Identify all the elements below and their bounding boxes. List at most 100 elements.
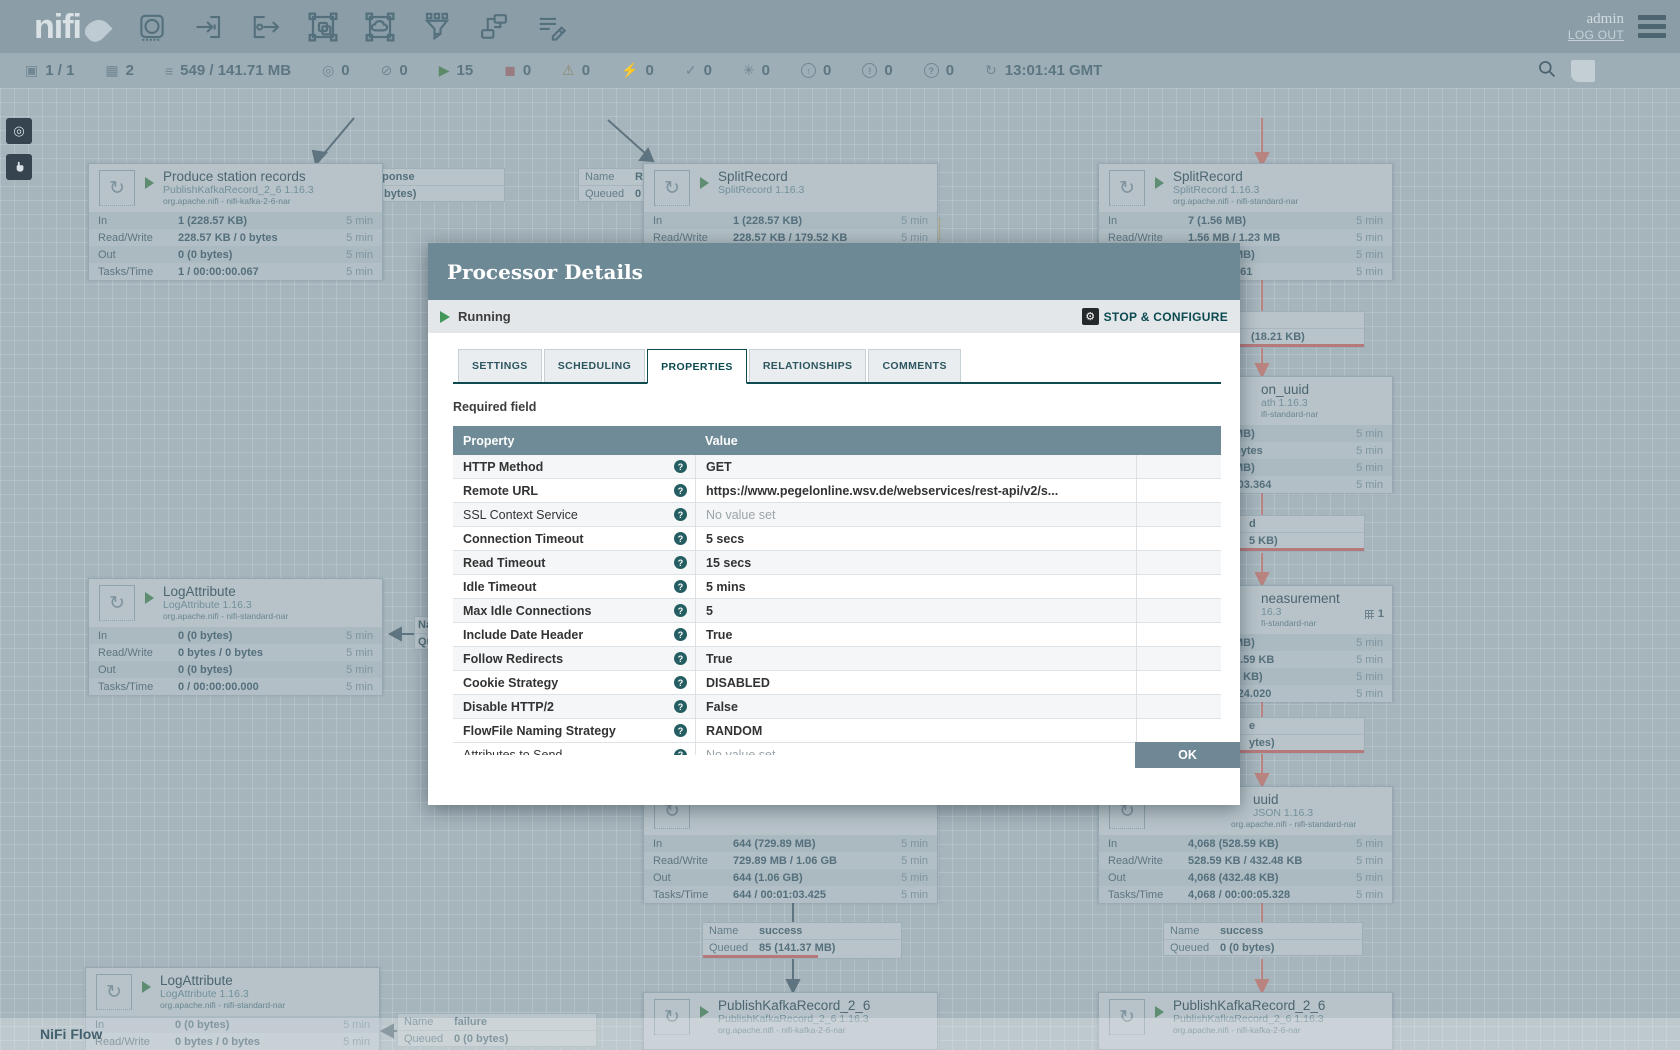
label-icon[interactable] bbox=[534, 10, 568, 44]
running-indicator-icon bbox=[1155, 177, 1164, 189]
breadcrumb[interactable]: NiFi Flow bbox=[40, 1026, 102, 1042]
processor-logattribute-mid[interactable]: ↻ LogAttribute LogAttribute 1.16.3 org.a… bbox=[88, 578, 383, 694]
tab-comments[interactable]: COMMENTS bbox=[868, 349, 960, 382]
gear-icon: ⚙ bbox=[1082, 308, 1099, 325]
stat-up-to-date: ✓0 bbox=[685, 62, 712, 79]
running-indicator-icon bbox=[700, 1006, 709, 1018]
bulletin-panel-button[interactable] bbox=[1571, 60, 1595, 82]
global-menu-icon[interactable] bbox=[1638, 15, 1666, 38]
stat-running: ▶15 bbox=[439, 62, 473, 79]
property-value: 5 secs bbox=[695, 527, 1136, 550]
help-icon[interactable]: ? bbox=[674, 556, 687, 569]
output-port-icon[interactable] bbox=[249, 10, 283, 44]
stat-invalid: ⚠0 bbox=[562, 62, 590, 79]
dialog-status-bar: Running ⚙ STOP & CONFIGURE bbox=[428, 300, 1240, 333]
template-icon[interactable] bbox=[477, 10, 511, 44]
record-circle-button[interactable]: ◎ bbox=[6, 118, 32, 144]
last-refresh-time: ↻13:01:41 GMT bbox=[985, 62, 1102, 79]
process-group-icon[interactable] bbox=[306, 10, 340, 44]
property-row: Follow Redirects? True bbox=[453, 647, 1221, 671]
help-icon[interactable]: ? bbox=[674, 604, 687, 617]
asterisk-icon: ✳ bbox=[743, 62, 755, 79]
properties-table-header: Property Value bbox=[453, 426, 1221, 455]
property-row: FlowFile Naming Strategy? RANDOM bbox=[453, 719, 1221, 743]
circle-icon: ◎ bbox=[13, 123, 24, 139]
tab-relationships[interactable]: RELATIONSHIPS bbox=[749, 349, 867, 382]
cubes-icon: ▣ bbox=[25, 62, 38, 79]
help-icon[interactable]: ? bbox=[674, 580, 687, 593]
refresh-icon[interactable]: ↻ bbox=[985, 62, 997, 79]
running-indicator-icon bbox=[1155, 1006, 1164, 1018]
search-icon[interactable] bbox=[1537, 59, 1557, 83]
current-user: admin bbox=[1568, 11, 1624, 28]
stat-not-transmitting: ⊘0 bbox=[381, 62, 408, 79]
remote-process-group-icon[interactable] bbox=[363, 10, 397, 44]
property-value: 15 secs bbox=[695, 551, 1136, 574]
stat-connected-nodes: ▣1 / 1 bbox=[25, 62, 74, 79]
transmitting-icon: ◎ bbox=[322, 62, 334, 79]
help-icon[interactable]: ? bbox=[674, 749, 687, 756]
property-value: DISABLED bbox=[695, 671, 1136, 694]
tab-scheduling[interactable]: SCHEDULING bbox=[544, 349, 645, 382]
list-icon: ≡ bbox=[165, 63, 173, 79]
logout-link[interactable]: LOG OUT bbox=[1568, 28, 1624, 42]
status-bar: ▣1 / 1 ▦2 ≡549 / 141.71 MB ◎0 ⊘0 ▶15 ◼0 … bbox=[0, 53, 1680, 88]
help-icon[interactable]: ? bbox=[674, 676, 687, 689]
help-icon[interactable]: ? bbox=[674, 652, 687, 665]
nifi-logo-text: nifi bbox=[34, 10, 81, 44]
funnel-icon[interactable] bbox=[420, 10, 454, 44]
input-port-icon[interactable] bbox=[192, 10, 226, 44]
running-state-icon bbox=[440, 311, 450, 323]
stop-and-configure-button[interactable]: ⚙ STOP & CONFIGURE bbox=[1082, 308, 1228, 325]
processor-type-icon: ↻ bbox=[1109, 170, 1145, 206]
dialog-tabs: SETTINGS SCHEDULING PROPERTIES RELATIONS… bbox=[453, 349, 1221, 384]
property-row: Connection Timeout? 5 secs bbox=[453, 527, 1221, 551]
arrow-up-circle-icon: ↑ bbox=[801, 63, 816, 78]
backpressure-bar bbox=[703, 955, 818, 958]
stat-stopped: ◼0 bbox=[504, 62, 531, 79]
nifi-drop-icon bbox=[81, 14, 112, 45]
property-column-header: Property bbox=[453, 434, 695, 448]
thread-grid-icon: ▦ bbox=[105, 62, 118, 79]
help-icon[interactable]: ? bbox=[674, 628, 687, 641]
property-value: False bbox=[695, 695, 1136, 718]
property-value: 5 bbox=[695, 599, 1136, 622]
warning-icon: ⚠ bbox=[562, 62, 575, 79]
running-indicator-icon bbox=[142, 981, 151, 993]
help-icon[interactable]: ? bbox=[674, 532, 687, 545]
processor-icon[interactable] bbox=[135, 10, 169, 44]
processor-details-dialog: Processor Details Running ⚙ STOP & CONFI… bbox=[428, 243, 1240, 805]
hand-tool-button[interactable] bbox=[6, 154, 32, 180]
property-row: Cookie Strategy? DISABLED bbox=[453, 671, 1221, 695]
property-row: Remote URL? https://www.pegelonline.wsv.… bbox=[453, 479, 1221, 503]
property-row: Disable HTTP/2? False bbox=[453, 695, 1221, 719]
help-icon[interactable]: ? bbox=[674, 460, 687, 473]
nifi-app: nifi bbox=[0, 0, 1680, 1050]
tab-properties[interactable]: PROPERTIES bbox=[647, 349, 747, 384]
running-indicator-icon bbox=[700, 177, 709, 189]
tab-settings[interactable]: SETTINGS bbox=[458, 349, 542, 382]
running-indicator-icon bbox=[145, 177, 154, 189]
stat-disabled: ⚡0 bbox=[621, 62, 654, 79]
help-icon[interactable]: ? bbox=[674, 724, 687, 737]
help-icon[interactable]: ? bbox=[674, 508, 687, 521]
hand-icon bbox=[12, 160, 26, 174]
property-row: Include Date Header? True bbox=[453, 623, 1221, 647]
stop-icon: ◼ bbox=[504, 62, 516, 79]
help-icon[interactable]: ? bbox=[674, 484, 687, 497]
required-field-note: Required field bbox=[453, 400, 1221, 414]
connection-label[interactable]: Namesuccess Queued85 (141.37 MB) bbox=[702, 922, 902, 959]
property-value: https://www.pegelonline.wsv.de/webservic… bbox=[695, 479, 1136, 502]
properties-table: Property Value HTTP Method? GET Remote U… bbox=[453, 426, 1221, 755]
processor-produce-station-records[interactable]: ↻ Produce station records PublishKafkaRe… bbox=[88, 163, 383, 279]
property-value: True bbox=[695, 647, 1136, 670]
ok-button[interactable]: OK bbox=[1135, 742, 1240, 768]
property-row: Max Idle Connections? 5 bbox=[453, 599, 1221, 623]
help-icon[interactable]: ? bbox=[674, 700, 687, 713]
dialog-title: Processor Details bbox=[447, 260, 643, 284]
value-column-header: Value bbox=[695, 434, 1136, 448]
question-circle-icon: ? bbox=[924, 63, 939, 78]
connection-label[interactable]: Namesuccess Queued0 (0 bytes) bbox=[1163, 922, 1363, 956]
check-icon: ✓ bbox=[685, 62, 697, 79]
breadcrumb-bar: NiFi Flow bbox=[0, 1018, 1680, 1050]
